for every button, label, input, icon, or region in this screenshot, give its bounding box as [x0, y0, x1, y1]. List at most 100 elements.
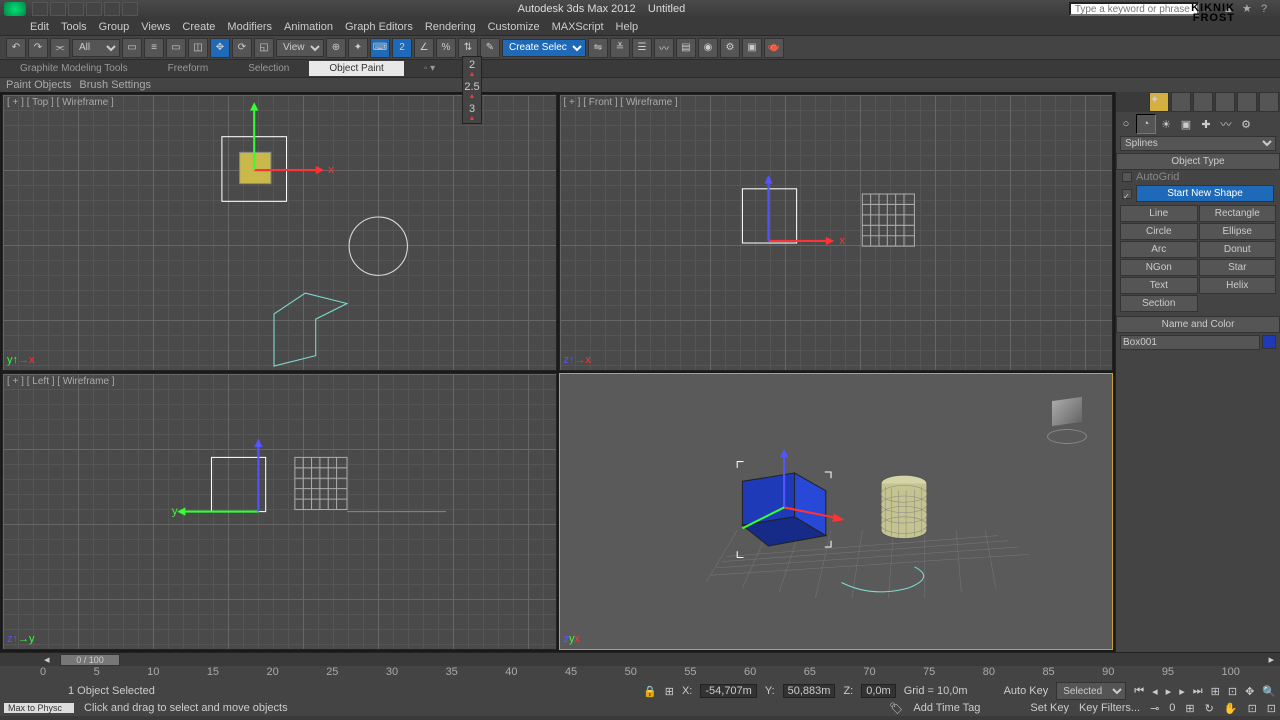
named-selection-select[interactable]: Create Selection S [502, 39, 586, 57]
render-icon[interactable]: 🫖 [764, 38, 784, 58]
qa-btn[interactable] [86, 2, 102, 16]
nav-icon[interactable]: ✋ [1224, 702, 1238, 715]
play-icon[interactable]: ▸ [1166, 685, 1172, 698]
create-tab-icon[interactable]: ✦ [1149, 92, 1169, 112]
goto-start-icon[interactable]: ⏮ [1134, 685, 1144, 698]
viewport-perspective[interactable]: zyx [559, 373, 1114, 650]
lock-icon[interactable]: 🔒 [643, 685, 657, 698]
menu-tools[interactable]: Tools [61, 21, 87, 33]
object-color-swatch[interactable] [1262, 335, 1276, 349]
link-icon[interactable]: ⫘ [50, 38, 70, 58]
tab-freeform[interactable]: Freeform [148, 61, 229, 76]
display-tab-icon[interactable] [1237, 92, 1257, 112]
systems-icon[interactable]: ⚙ [1236, 114, 1256, 134]
snap-toggle-icon[interactable]: 2 [392, 38, 412, 58]
obj-arc-button[interactable]: Arc [1120, 241, 1198, 258]
curve-editor-icon[interactable]: 〰 [654, 38, 674, 58]
snap-3d[interactable]: 3▲ [463, 101, 481, 123]
rollout-name-color[interactable]: Name and Color [1116, 316, 1280, 333]
goto-end-icon[interactable]: ⏭ [1193, 685, 1203, 698]
panel-paintobjects[interactable]: Paint Objects [6, 79, 71, 91]
viewport-label[interactable]: [ + ] [ Front ] [ Wireframe ] [564, 97, 678, 108]
startnewshape-checkbox[interactable] [1122, 189, 1132, 199]
shapes-icon[interactable]: ◔ [1136, 114, 1156, 134]
key-icon[interactable]: ⊸ [1150, 702, 1159, 715]
qa-btn[interactable] [104, 2, 120, 16]
undo-icon[interactable]: ↶ [6, 38, 26, 58]
setkey-button[interactable]: Set Key [1030, 702, 1069, 714]
next-frame-icon[interactable]: ▸ [1179, 685, 1185, 698]
x-coord-input[interactable]: -54,707m [700, 684, 756, 698]
nav-icon[interactable]: ✥ [1245, 685, 1254, 698]
obj-rectangle-button[interactable]: Rectangle [1199, 205, 1277, 222]
helpers-icon[interactable]: ✚ [1196, 114, 1216, 134]
y-coord-input[interactable]: 50,883m [783, 684, 836, 698]
edit-named-sel-icon[interactable]: ✎ [480, 38, 500, 58]
current-frame-input[interactable]: 0 [1169, 702, 1175, 714]
keyboard-shortcut-icon[interactable]: ⌨ [370, 38, 390, 58]
ribbon-expand-icon[interactable]: ◦ ▾ [404, 61, 455, 76]
panel-brushsettings[interactable]: Brush Settings [79, 79, 151, 91]
time-config-icon[interactable]: ⊞ [1185, 702, 1194, 715]
tab-selection[interactable]: Selection [228, 61, 309, 76]
menu-edit[interactable]: Edit [30, 21, 49, 33]
render-frame-icon[interactable]: ▣ [742, 38, 762, 58]
menu-views[interactable]: Views [141, 21, 170, 33]
obj-text-button[interactable]: Text [1120, 277, 1198, 294]
keymode-select[interactable]: Selected [1056, 682, 1126, 700]
obj-ellipse-button[interactable]: Ellipse [1199, 223, 1277, 240]
nav-icon[interactable]: ⊡ [1228, 685, 1237, 698]
tab-graphite[interactable]: Graphite Modeling Tools [0, 61, 148, 76]
select-icon[interactable]: ▭ [122, 38, 142, 58]
selection-filter-select[interactable]: All [72, 39, 120, 57]
menu-animation[interactable]: Animation [284, 21, 333, 33]
obj-line-button[interactable]: Line [1120, 205, 1198, 222]
lights-icon[interactable]: ☀ [1156, 114, 1176, 134]
menu-maxscript[interactable]: MAXScript [552, 21, 604, 33]
nav-icon[interactable]: ↻ [1205, 702, 1214, 715]
menu-group[interactable]: Group [99, 21, 130, 33]
modify-tab-icon[interactable] [1171, 92, 1191, 112]
obj-section-button[interactable]: Section [1120, 295, 1198, 312]
scale-icon[interactable]: ◱ [254, 38, 274, 58]
angle-snap-icon[interactable]: ∠ [414, 38, 434, 58]
maxscript-listener[interactable]: Max to Physc [4, 703, 74, 713]
rotate-icon[interactable]: ⟳ [232, 38, 252, 58]
select-name-icon[interactable]: ≡ [144, 38, 164, 58]
move-icon[interactable]: ✥ [210, 38, 230, 58]
cameras-icon[interactable]: ▣ [1176, 114, 1196, 134]
layers-icon[interactable]: ☰ [632, 38, 652, 58]
prev-frame-icon[interactable]: ◂ [1152, 685, 1158, 698]
qa-btn[interactable] [122, 2, 138, 16]
track-bar[interactable]: 0510 152025 303540 455055 606570 758085 … [0, 666, 1280, 682]
qa-btn[interactable] [32, 2, 48, 16]
timetag-icon[interactable]: 🏷 [889, 702, 903, 715]
category-dropdown[interactable]: Splines [1120, 136, 1276, 151]
viewport-left[interactable]: [ + ] [ Left ] [ Wireframe ] y [2, 373, 557, 650]
tab-objectpaint[interactable]: Object Paint [309, 61, 403, 76]
schematic-icon[interactable]: ▤ [676, 38, 696, 58]
keyfilters-button[interactable]: Key Filters... [1079, 702, 1140, 714]
viewport-top[interactable]: [ + ] [ Top ] [ Wireframe ] x y↑→x [2, 94, 557, 371]
percent-snap-icon[interactable]: % [436, 38, 456, 58]
xyz-icon[interactable]: ⊞ [665, 685, 674, 698]
obj-star-button[interactable]: Star [1199, 259, 1277, 276]
help-icon[interactable]: ? [1261, 3, 1275, 17]
start-new-shape-button[interactable]: Start New Shape [1136, 185, 1274, 202]
align-icon[interactable]: ≚ [610, 38, 630, 58]
qa-btn[interactable] [68, 2, 84, 16]
snap-2d[interactable]: 2▲ [463, 57, 481, 79]
qa-btn[interactable] [50, 2, 66, 16]
snap-25d[interactable]: 2.5▲ [463, 79, 481, 101]
spacewarps-icon[interactable]: 〰 [1216, 114, 1236, 134]
autokey-button[interactable]: Auto Key [1004, 685, 1049, 697]
obj-ngon-button[interactable]: NGon [1120, 259, 1198, 276]
autogrid-checkbox[interactable] [1122, 172, 1132, 182]
menu-customize[interactable]: Customize [488, 21, 540, 33]
star-icon[interactable]: ★ [1242, 2, 1256, 16]
viewcube-icon[interactable] [1042, 394, 1092, 444]
spinner-snap-icon[interactable]: ⇅ [458, 38, 478, 58]
time-slider[interactable]: ◂ 0 / 100 ▸ [0, 652, 1280, 666]
geometry-icon[interactable]: ○ [1116, 114, 1136, 134]
obj-circle-button[interactable]: Circle [1120, 223, 1198, 240]
